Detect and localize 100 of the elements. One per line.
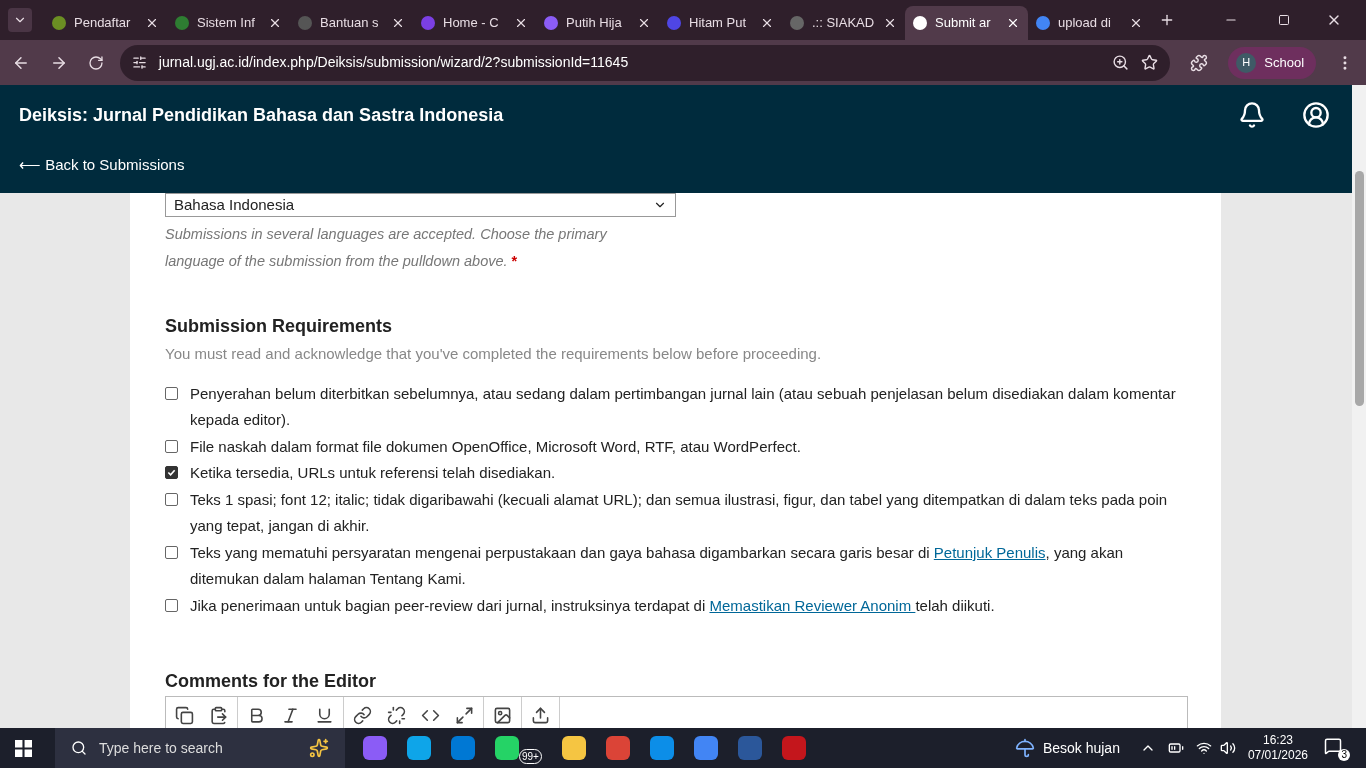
windows-icon[interactable] (15, 739, 32, 757)
upload-icon[interactable] (531, 706, 550, 725)
site-icon (175, 16, 189, 30)
image-icon[interactable] (493, 706, 512, 725)
site-info-icon[interactable] (131, 55, 147, 70)
zoom-icon[interactable] (1112, 54, 1130, 71)
requirement-text: Penyerahan belum diterbitkan sebelumnya, atau sedang dalam pertimbangan jurnal lain (atau sebuah penjelasan belum disediakan dalam komentar kepada editor). (190, 383, 1177, 430)
requirement-text: Jika penerimaan untuk bagian peer-review dari jurnal, instruksinya terdapat di Memastikan Reviewer Anonim telah diikuti. (190, 595, 996, 616)
tab-title: Hitam Put (689, 14, 748, 33)
browser-tab[interactable]: Putih Hija (536, 6, 659, 40)
checkbox[interactable] (165, 439, 178, 453)
close-icon[interactable] (1006, 16, 1020, 30)
site-icon (421, 16, 435, 30)
maximize-icon[interactable] (1278, 14, 1290, 26)
link-icon[interactable] (353, 706, 372, 725)
browser-tab[interactable]: .:: SIAKAD (782, 6, 905, 40)
app-icon[interactable] (561, 736, 586, 760)
battery-icon[interactable] (1167, 740, 1184, 756)
app-icon[interactable] (693, 736, 718, 760)
count-badge: 99+ (519, 749, 542, 764)
clock-time: 16:23 (1262, 733, 1293, 748)
close-icon[interactable] (391, 16, 405, 30)
close-icon[interactable] (760, 16, 774, 30)
notification-button[interactable]: 3 (1324, 735, 1350, 761)
browser-tab[interactable]: Home - C (413, 6, 536, 40)
back-link[interactable]: ⟵ Back to Submissions (19, 154, 185, 177)
site-icon (52, 16, 66, 30)
tab-title: Bantuan s (320, 14, 380, 33)
tab-title: Pendaftar (74, 14, 132, 33)
language-select[interactable]: Bahasa Indonesia (165, 193, 676, 217)
section-description: You must read and acknowledge that you've completed the requirements below before proceeding. (165, 344, 823, 364)
address-bar[interactable]: jurnal.ugj.ac.id/index.php/Deiksis/submission/wizard/2?submissionId=11645 (119, 44, 1171, 81)
sparkles-icon (309, 738, 329, 758)
extensions-icon[interactable] (1190, 53, 1209, 72)
search-field[interactable]: Type here to search (55, 728, 345, 768)
browser-tab[interactable]: Hitam Put (659, 6, 782, 40)
browser-tab[interactable]: Sistem Inf (167, 6, 290, 40)
site-icon (667, 16, 681, 30)
site-icon (1036, 16, 1050, 30)
fullscreen-icon[interactable] (455, 706, 474, 725)
app-icon[interactable] (649, 736, 674, 760)
reload-icon[interactable] (87, 54, 104, 71)
site-icon (544, 16, 558, 30)
link[interactable]: Petunjuk Penulis (933, 543, 1046, 561)
checkbox[interactable] (165, 466, 178, 479)
bell-icon[interactable] (1238, 101, 1266, 130)
link[interactable]: Memastikan Reviewer Anonim (709, 596, 916, 614)
profile-button[interactable]: H School (1228, 46, 1317, 79)
bookmark-icon[interactable] (1141, 54, 1159, 71)
unlink-icon[interactable] (387, 706, 406, 725)
site-icon (913, 16, 927, 30)
site-icon (298, 16, 312, 30)
requirement-text: Teks yang mematuhi persyaratan mengenai perpustakaan dan gaya bahasa digambarkan secara garis besar di Petunjuk Penulis, yang akan ditemukan dalam halaman Tentang Kami. (190, 542, 1125, 589)
url-text: jurnal.ugj.ac.id/index.php/Deiksis/submission/wizard/2?submissionId=11645 (158, 53, 630, 72)
notification-icon (1324, 737, 1342, 755)
close-icon[interactable] (268, 16, 282, 30)
volume-icon[interactable] (1219, 740, 1236, 756)
app-icon[interactable] (407, 736, 431, 760)
copy-icon[interactable] (175, 706, 194, 725)
tab-title: upload di (1058, 14, 1112, 33)
profile-name: School (1264, 53, 1305, 72)
requirement-text: Teks 1 spasi; font 12; italic; tidak digaribawahi (kecuali alamat URL); dan semua ilustrasi, figur, dan tabel yang ditempatkan di dalam teks pada poin yang tepat, jangan di akhir. (190, 489, 1169, 536)
browser-tab[interactable]: Submit ar (905, 6, 1028, 40)
tab-search-button[interactable] (8, 8, 32, 32)
avatar: H (1236, 52, 1257, 73)
tab-title: Submit ar (935, 14, 992, 33)
close-icon[interactable] (1129, 16, 1143, 30)
app-icon[interactable] (495, 736, 519, 760)
browser-tab[interactable]: Pendaftar (44, 6, 167, 40)
scrollbar[interactable] (1352, 85, 1366, 728)
scroll-thumb[interactable] (1354, 171, 1364, 406)
checkbox[interactable] (165, 598, 178, 612)
help-text: Submissions in several languages are accepted. Choose the primary language of the submission from the pulldown above. * (165, 225, 609, 271)
umbrella-icon (1014, 738, 1035, 758)
tab-title: Putih Hija (566, 14, 623, 33)
new-tab-icon[interactable] (1159, 12, 1175, 28)
tab-title: Sistem Inf (197, 14, 256, 33)
underline-icon[interactable] (315, 706, 334, 725)
checkbox[interactable] (165, 386, 178, 400)
browser-tab[interactable]: upload di (1028, 6, 1151, 40)
journal-title: Deiksis: Jurnal Pendidikan Bahasa dan Sastra Indonesia (19, 103, 505, 127)
clock-date: 07/01/2026 (1247, 748, 1308, 763)
user-icon[interactable] (1302, 101, 1330, 130)
tab-title: .:: SIAKAD (812, 14, 875, 33)
close-icon[interactable] (637, 16, 651, 30)
italic-icon[interactable] (281, 706, 300, 725)
checkbox[interactable] (165, 545, 178, 559)
requirement-text: Ketika tersedia, URLs untuk referensi telah disediakan. (190, 463, 557, 483)
section-title: Comments for the Editor (165, 670, 377, 693)
browser-tab[interactable]: Bantuan s (290, 6, 413, 40)
close-icon[interactable] (145, 16, 159, 30)
close-icon[interactable] (883, 16, 897, 30)
tab-title: Home - C (443, 14, 500, 33)
checkbox[interactable] (165, 492, 178, 506)
section-title: Submission Requirements (165, 315, 394, 338)
paste-icon[interactable] (209, 706, 228, 725)
weather-text: Besok hujan (1042, 738, 1120, 758)
wifi-icon[interactable] (1195, 740, 1212, 756)
site-icon (790, 16, 804, 30)
close-icon[interactable] (514, 16, 528, 30)
